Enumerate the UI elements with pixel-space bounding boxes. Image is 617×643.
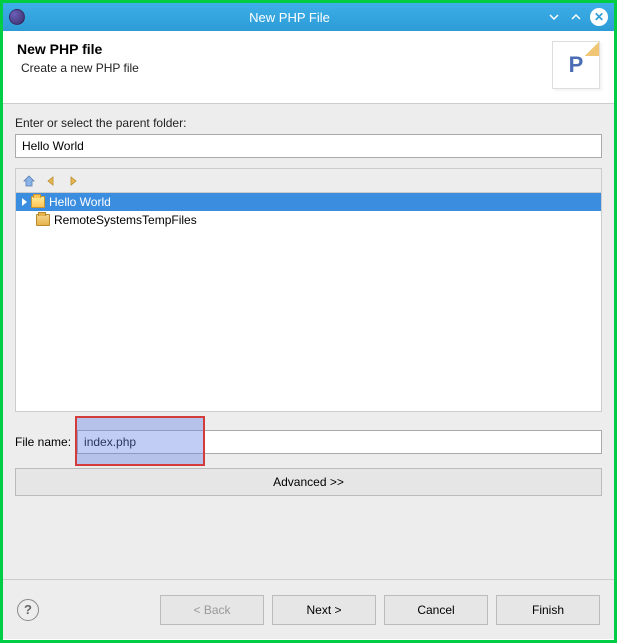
wizard-subtitle: Create a new PHP file: [21, 61, 552, 75]
parent-folder-input[interactable]: [15, 134, 602, 158]
finish-button[interactable]: Finish: [496, 595, 600, 625]
tree-nav-toolbar: [15, 168, 602, 192]
wizard-body: Enter or select the parent folder: Hello…: [3, 104, 614, 579]
close-button[interactable]: ✕: [590, 8, 608, 26]
window-title: New PHP File: [33, 10, 546, 25]
home-icon[interactable]: [22, 174, 36, 188]
folder-tree[interactable]: Hello World RemoteSystemsTempFiles: [15, 192, 602, 412]
tree-item-label: Hello World: [49, 195, 111, 209]
back-arrow-icon[interactable]: [44, 174, 58, 188]
tree-item-hello-world[interactable]: Hello World: [16, 193, 601, 211]
advanced-button[interactable]: Advanced >>: [15, 468, 602, 496]
help-button[interactable]: ?: [17, 599, 39, 621]
next-button[interactable]: Next >: [272, 595, 376, 625]
minimize-button[interactable]: [546, 9, 562, 25]
wizard-footer: ? < Back Next > Cancel Finish: [3, 579, 614, 639]
forward-arrow-icon[interactable]: [66, 174, 80, 188]
tree-item-label: RemoteSystemsTempFiles: [54, 213, 197, 227]
eclipse-app-icon: [9, 9, 25, 25]
title-bar: New PHP File ✕: [3, 3, 614, 31]
maximize-button[interactable]: [568, 9, 584, 25]
cancel-button[interactable]: Cancel: [384, 595, 488, 625]
wizard-header: New PHP file Create a new PHP file: [3, 31, 614, 104]
wizard-title: New PHP file: [17, 41, 552, 57]
filename-input[interactable]: [77, 430, 602, 454]
tree-item-remote-systems[interactable]: RemoteSystemsTempFiles: [16, 211, 601, 229]
filename-label: File name:: [15, 435, 71, 449]
php-file-icon: [552, 41, 600, 89]
folder-icon: [36, 214, 50, 226]
expand-arrow-icon[interactable]: [22, 198, 27, 206]
folder-icon: [31, 196, 45, 208]
parent-folder-label: Enter or select the parent folder:: [15, 116, 602, 130]
back-button: < Back: [160, 595, 264, 625]
